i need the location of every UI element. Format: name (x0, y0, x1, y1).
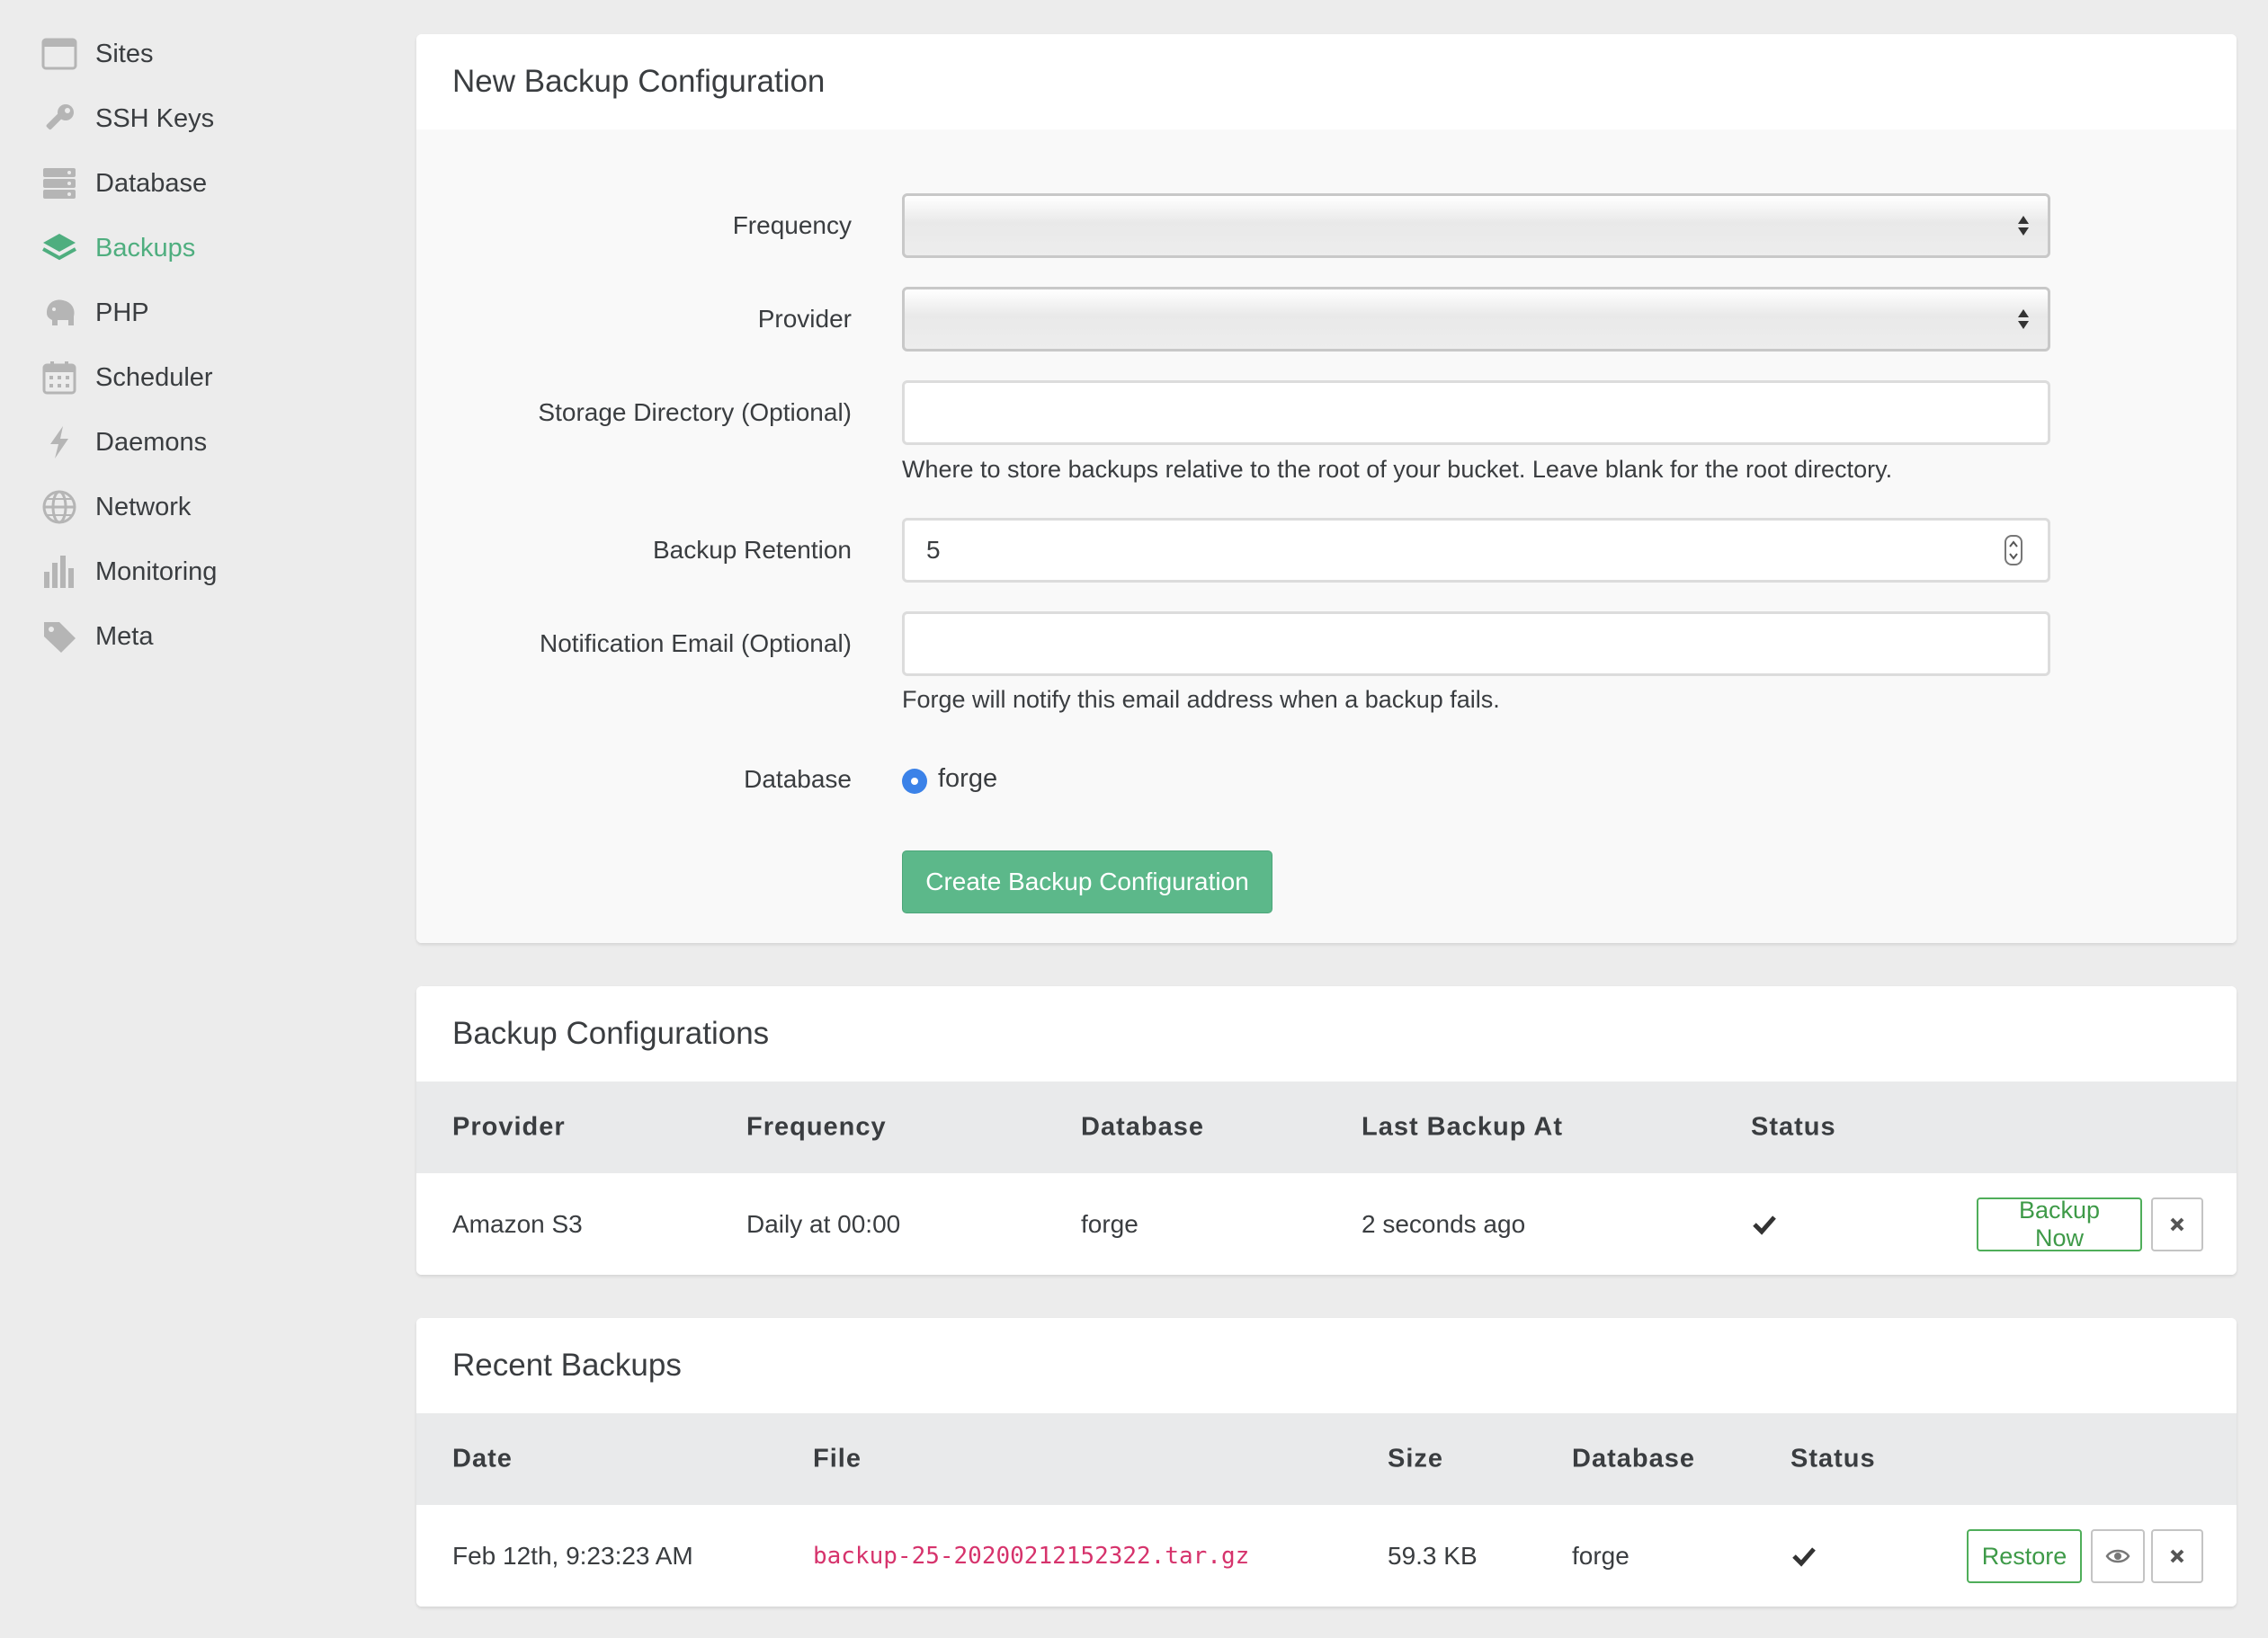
database-radio-forge[interactable] (902, 769, 927, 794)
backup-retention-input[interactable]: 5 (902, 518, 2050, 583)
cell-last-backup-at: 2 seconds ago (1362, 1210, 1526, 1238)
key-icon (40, 99, 79, 138)
database-label: Database (744, 765, 852, 793)
backup-file-link[interactable]: backup-25-20200212152322.tar.gz (813, 1543, 1249, 1570)
tag-icon (40, 617, 79, 656)
sidebar-item-label: PHP (95, 298, 149, 327)
column-header-status: Status (1790, 1444, 1876, 1473)
backup-retention-value: 5 (926, 536, 941, 564)
view-backup-button[interactable] (2091, 1529, 2145, 1583)
column-header-database: Database (1572, 1444, 1695, 1473)
table-header: Provider Frequency Database Last Backup … (416, 1082, 2237, 1173)
delete-backup-button[interactable] (2151, 1529, 2203, 1583)
create-backup-configuration-button[interactable]: Create Backup Configuration (902, 850, 1272, 913)
sidebar-item-label: SSH Keys (95, 103, 215, 133)
column-header-last-backup-at: Last Backup At (1362, 1112, 1564, 1142)
new-backup-panel: New Backup Configuration Frequency Provi… (416, 34, 2237, 943)
sidebar-item-daemons[interactable]: Daemons (40, 415, 207, 469)
sidebar-item-label: Backups (95, 233, 196, 263)
sidebar-item-ssh-keys[interactable]: SSH Keys (40, 92, 214, 146)
cell-database: forge (1081, 1210, 1138, 1238)
notification-email-input[interactable] (902, 611, 2050, 676)
notification-email-help: Forge will notify this email address whe… (902, 686, 1500, 713)
backup-configurations-panel: Backup Configurations Provider Frequency… (416, 986, 2237, 1275)
table-row: Feb 12th, 9:23:23 AM backup-25-202002121… (416, 1505, 2237, 1607)
sidebar-item-monitoring[interactable]: Monitoring (40, 545, 217, 599)
cell-date: Feb 12th, 9:23:23 AM (452, 1542, 693, 1570)
column-header-date: Date (452, 1444, 513, 1473)
sidebar-item-sites[interactable]: Sites (40, 27, 153, 81)
sidebar-item-meta[interactable]: Meta (40, 610, 153, 663)
sidebar-item-php[interactable]: PHP (40, 286, 149, 340)
bolt-icon (40, 423, 79, 462)
cell-size: 59.3 KB (1388, 1542, 1478, 1570)
sidebar-item-scheduler[interactable]: Scheduler (40, 351, 213, 405)
storage-directory-label: Storage Directory (Optional) (538, 398, 852, 426)
restore-button[interactable]: Restore (1967, 1529, 2082, 1583)
column-header-status: Status (1751, 1112, 1836, 1142)
elephant-icon (40, 293, 79, 333)
sidebar-item-label: Network (95, 492, 192, 521)
notification-email-label: Notification Email (Optional) (539, 629, 852, 657)
sidebar-item-database[interactable]: Database (40, 156, 207, 210)
sidebar-item-label: Sites (95, 39, 154, 68)
calendar-icon (40, 358, 79, 397)
sidebar-item-label: Meta (95, 621, 154, 651)
database-radio-label: forge (938, 764, 998, 793)
globe-icon (40, 487, 79, 527)
table-row: Amazon S3 Daily at 00:00 forge 2 seconds… (416, 1173, 2237, 1275)
eye-icon (2105, 1549, 2130, 1563)
number-stepper-icon[interactable] (2005, 535, 2022, 565)
provider-label: Provider (757, 305, 852, 333)
provider-select[interactable] (902, 287, 2050, 352)
cell-frequency: Daily at 00:00 (746, 1210, 901, 1238)
column-header-size: Size (1388, 1444, 1444, 1473)
window-icon (40, 34, 79, 74)
close-icon (2170, 1549, 2184, 1563)
sidebar-item-backups[interactable]: Backups (40, 221, 195, 275)
sidebar-item-label: Daemons (95, 427, 208, 457)
cell-database: forge (1572, 1542, 1630, 1570)
panel-title: Recent Backups (416, 1318, 2237, 1413)
frequency-label: Frequency (732, 211, 852, 239)
cell-provider: Amazon S3 (452, 1210, 583, 1238)
select-arrows-icon (2018, 216, 2029, 236)
storage-directory-input[interactable] (902, 380, 2050, 445)
sidebar-item-network[interactable]: Network (40, 480, 191, 534)
new-backup-form: Frequency Provider Storage Directory (Op… (416, 129, 2237, 943)
close-icon (2170, 1217, 2184, 1232)
select-arrows-icon (2018, 309, 2029, 329)
layers-icon (40, 228, 79, 268)
sidebar-item-label: Database (95, 168, 208, 198)
sidebar-item-label: Scheduler (95, 362, 213, 392)
bar-chart-icon (40, 552, 79, 592)
database-icon (40, 164, 79, 203)
storage-directory-help: Where to store backups relative to the r… (902, 456, 1893, 483)
backup-now-button[interactable]: Backup Now (1977, 1197, 2142, 1251)
checkmark-icon (1753, 1215, 1776, 1235)
delete-configuration-button[interactable] (2151, 1197, 2203, 1251)
column-header-provider: Provider (452, 1112, 566, 1142)
backup-retention-label: Backup Retention (652, 536, 852, 564)
column-header-frequency: Frequency (746, 1112, 887, 1142)
column-header-file: File (813, 1444, 862, 1473)
sidebar-item-label: Monitoring (95, 556, 218, 586)
frequency-select[interactable] (902, 193, 2050, 258)
checkmark-icon (1792, 1547, 1816, 1567)
panel-title: New Backup Configuration (416, 34, 2237, 129)
column-header-database: Database (1081, 1112, 1204, 1142)
recent-backups-panel: Recent Backups Date File Size Database S… (416, 1318, 2237, 1607)
table-header: Date File Size Database Status (416, 1413, 2237, 1505)
panel-title: Backup Configurations (416, 986, 2237, 1082)
